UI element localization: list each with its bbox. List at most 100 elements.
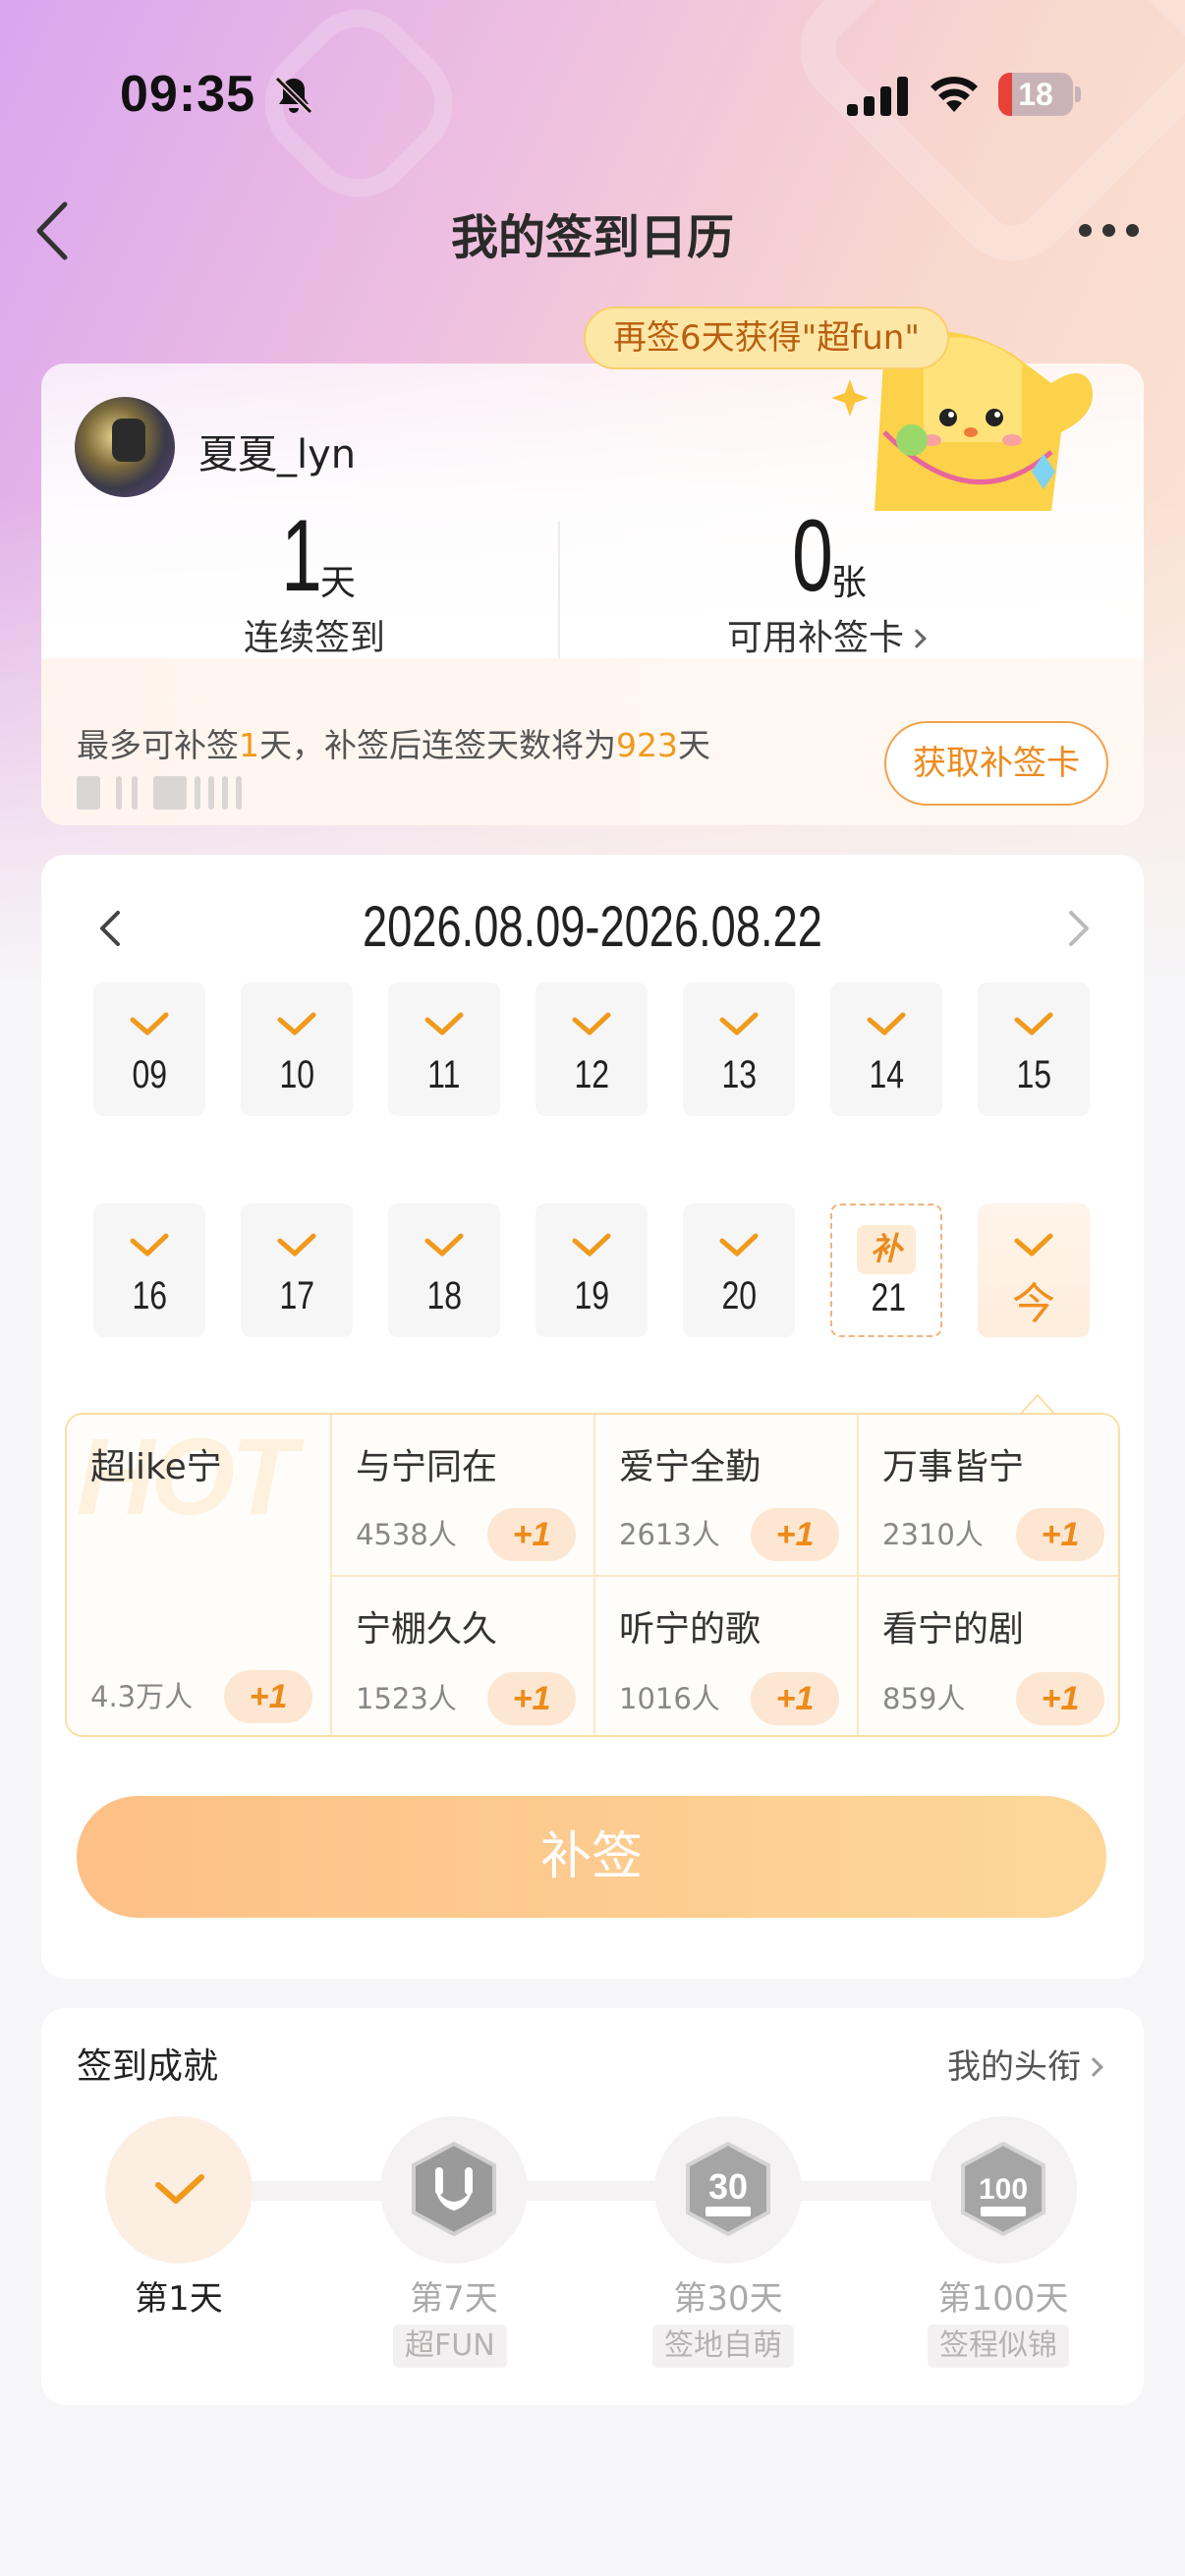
- notice-prefix: 最多可补签: [77, 726, 239, 764]
- topic-cell[interactable]: 宁棚久久 1523人 +1: [332, 1577, 595, 1735]
- calendar-day[interactable]: 19: [536, 1204, 648, 1337]
- day-number: 16: [132, 1274, 167, 1317]
- makeup-signin-button[interactable]: 补签: [77, 1796, 1106, 1918]
- notice-days: 1: [239, 726, 259, 764]
- achievement-track: [246, 2181, 973, 2201]
- next-week-icon[interactable]: [1063, 909, 1093, 948]
- calendar-day[interactable]: 11: [388, 982, 500, 1116]
- milestone-title-tag: 签程似锦: [928, 2324, 1069, 2368]
- calendar-day[interactable]: 09: [93, 982, 205, 1116]
- day-number: 10: [279, 1053, 314, 1096]
- calendar-day-makeup[interactable]: 补 21: [830, 1204, 942, 1337]
- plus-one-button[interactable]: +1: [224, 1670, 312, 1723]
- calendar-day[interactable]: 15: [978, 982, 1090, 1116]
- get-makeup-card-button[interactable]: 获取补签卡: [884, 721, 1108, 806]
- my-titles-link[interactable]: 我的头衔: [947, 2040, 1103, 2088]
- day-number: 15: [1016, 1053, 1051, 1096]
- plus-one-button[interactable]: +1: [1016, 1672, 1104, 1725]
- plus-one-button[interactable]: +1: [751, 1508, 839, 1561]
- svg-text:100: 100: [979, 2173, 1028, 2206]
- day-number: 09: [132, 1053, 167, 1096]
- blurred-text: [77, 776, 259, 810]
- hundred-days-badge-icon: 100: [961, 2142, 1045, 2236]
- topic-title: 宁棚久久: [356, 1609, 498, 1650]
- streak-value: 1: [281, 499, 322, 613]
- more-menu-icon[interactable]: [1075, 224, 1144, 238]
- battery-percent: 18: [1018, 77, 1053, 112]
- notice-suffix: 天: [678, 726, 710, 764]
- check-icon: [424, 1012, 464, 1036]
- status-time: 09:35: [120, 66, 255, 123]
- milestone-day30-badge[interactable]: 30: [654, 2116, 802, 2264]
- calendar-day[interactable]: 13: [683, 982, 795, 1116]
- topic-count: 1523人: [356, 1682, 457, 1715]
- check-icon: [277, 1233, 316, 1257]
- milestone-label: 第100天: [937, 2279, 1069, 2319]
- milestone-day1-badge: [105, 2116, 253, 2264]
- cards-value: 0: [792, 499, 833, 613]
- calendar-day[interactable]: 10: [241, 982, 353, 1116]
- topic-title: 与宁同在: [356, 1447, 498, 1487]
- makeup-tag: 补: [857, 1225, 916, 1274]
- date-range-text: 2026.08.09-2026.08.22: [363, 895, 822, 959]
- makeup-cards-stat[interactable]: 0张 可用补签卡: [560, 499, 1091, 658]
- check-icon: [155, 2174, 204, 2204]
- day-number: 20: [721, 1274, 757, 1317]
- battery-icon: 18: [998, 73, 1081, 116]
- calendar-day[interactable]: 18: [388, 1204, 500, 1337]
- chevron-right-icon: [907, 629, 927, 648]
- plus-one-button[interactable]: +1: [1016, 1508, 1104, 1561]
- milestone-day7-badge[interactable]: [380, 2116, 528, 2264]
- plus-one-button[interactable]: +1: [487, 1508, 576, 1561]
- topic-cell-hot[interactable]: HOT 超like宁 4.3万人 +1: [67, 1415, 332, 1735]
- plus-one-button[interactable]: +1: [751, 1672, 839, 1725]
- topic-count: 4.3万人: [90, 1680, 194, 1713]
- thirty-days-badge-icon: 30: [686, 2142, 770, 2236]
- topic-grid: HOT 超like宁 4.3万人 +1 与宁同在 4538人 +1 爱宁全勤 2613人…: [65, 1413, 1120, 1737]
- day-number: 12: [574, 1053, 609, 1096]
- day-number: 19: [574, 1274, 609, 1317]
- topic-title: 爱宁全勤: [619, 1447, 762, 1487]
- check-icon: [572, 1233, 611, 1257]
- calendar-day[interactable]: 17: [241, 1204, 353, 1337]
- check-icon: [719, 1012, 759, 1036]
- day-number: 21: [871, 1276, 906, 1319]
- milestone-day100-badge[interactable]: 100: [930, 2116, 1077, 2264]
- streak-label: 连续签到: [243, 618, 385, 658]
- check-icon: [572, 1012, 611, 1036]
- topic-count: 4538人: [356, 1518, 457, 1551]
- topic-count: 859人: [882, 1682, 966, 1715]
- calendar-day[interactable]: 12: [536, 982, 648, 1116]
- avatar[interactable]: [75, 397, 175, 497]
- milestone-title-tag: 超FUN: [393, 2324, 507, 2368]
- check-icon: [719, 1233, 759, 1257]
- chevron-right-icon: [1084, 2057, 1103, 2077]
- streak-stat: 1天 连续签到: [49, 499, 580, 658]
- topic-cell[interactable]: 看宁的剧 859人 +1: [859, 1577, 1118, 1735]
- mute-bell-icon: [274, 76, 313, 115]
- topic-cell[interactable]: 爱宁全勤 2613人 +1: [595, 1415, 859, 1577]
- day-number: 14: [869, 1053, 904, 1096]
- svg-text:30: 30: [708, 2166, 748, 2207]
- topic-cell[interactable]: 万事皆宁 2310人 +1: [859, 1415, 1118, 1577]
- check-icon: [130, 1012, 169, 1036]
- milestone-label: 第7天: [410, 2279, 498, 2319]
- check-icon: [867, 1012, 906, 1036]
- cellular-signal-icon: [847, 77, 908, 116]
- rock-hand-badge-icon: [412, 2142, 496, 2236]
- topic-title: 万事皆宁: [882, 1447, 1025, 1487]
- calendar-day-today[interactable]: 今: [978, 1204, 1090, 1337]
- day-number: 17: [279, 1274, 314, 1317]
- topic-cell[interactable]: 与宁同在 4538人 +1: [332, 1415, 595, 1577]
- streak-unit: 天: [319, 563, 356, 603]
- calendar-day[interactable]: 16: [93, 1204, 205, 1337]
- plus-one-button[interactable]: +1: [487, 1672, 576, 1725]
- check-icon: [130, 1233, 169, 1257]
- topic-cell[interactable]: 听宁的歌 1016人 +1: [595, 1577, 859, 1735]
- calendar-day[interactable]: 14: [830, 982, 942, 1116]
- status-bar: 09:35 18: [0, 0, 1185, 187]
- day-number: 13: [721, 1053, 757, 1096]
- milestone-label: 第1天: [135, 2279, 223, 2319]
- calendar-day[interactable]: 20: [683, 1204, 795, 1337]
- date-range: 2026.08.09-2026.08.22: [0, 894, 1185, 960]
